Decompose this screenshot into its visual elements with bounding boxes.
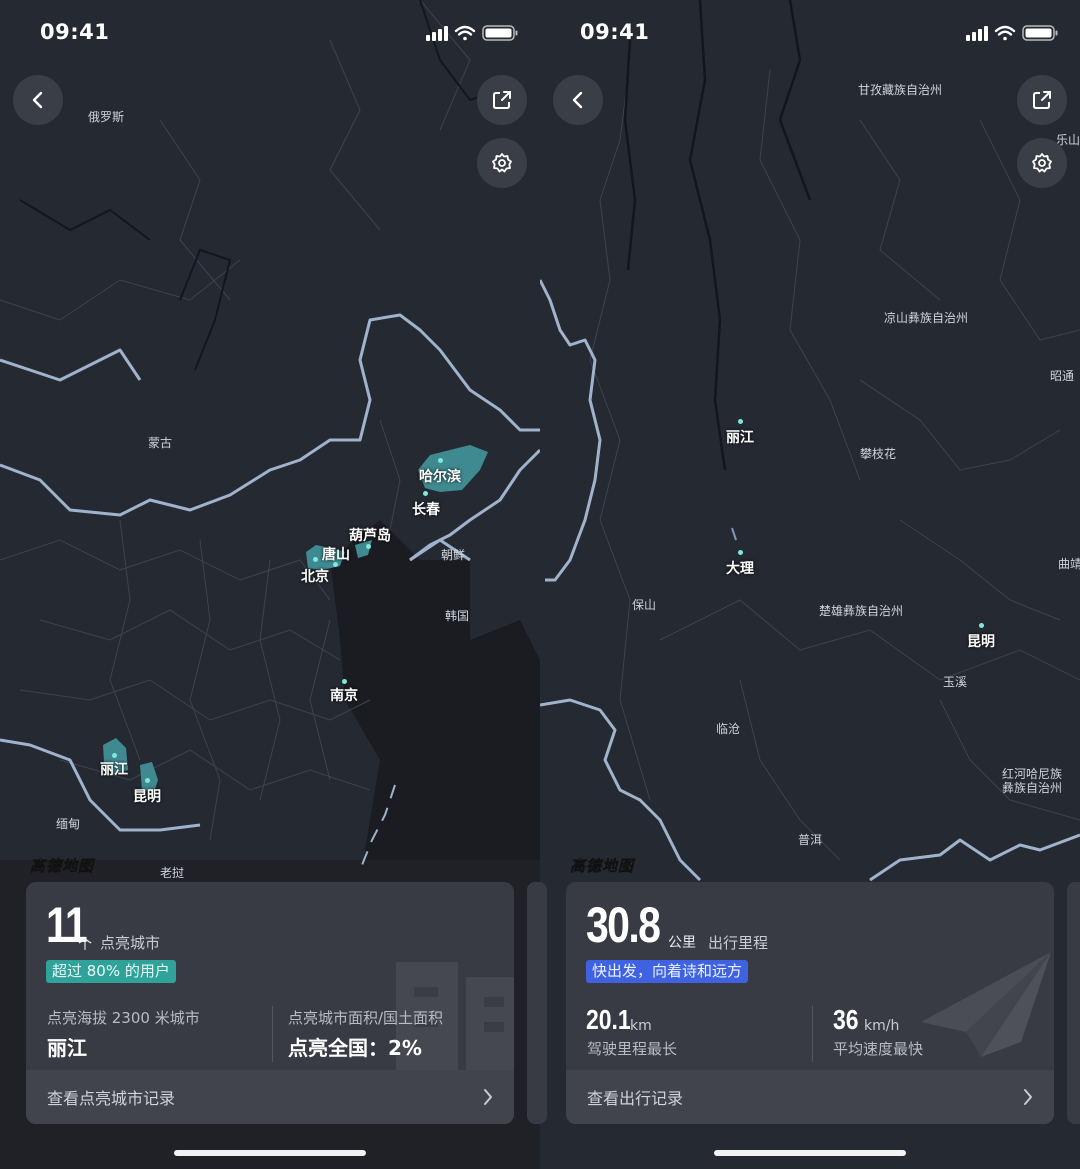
map-label-yuxi: 玉溪 xyxy=(943,675,968,689)
lit-city-desc: 点亮城市 xyxy=(100,934,161,952)
longest-drive-label: 驾驶里程最长 xyxy=(587,1040,678,1058)
area-ratio-value: 点亮全国：2% xyxy=(288,1036,422,1060)
wifi-icon xyxy=(454,25,476,41)
view-trip-records-row[interactable]: 查看出行记录 xyxy=(566,1070,1054,1124)
amap-watermark: 高德地图 xyxy=(30,857,95,876)
share-icon xyxy=(1033,91,1051,109)
percentile-badge: 超过 80% 的用户 xyxy=(46,960,176,983)
city-label-lijiang[interactable]: 丽江 xyxy=(100,759,128,779)
left-screen: 俄罗斯 蒙古 朝鲜 韩国 缅甸 老挝 哈尔滨 长春 葫芦岛 唐山 北京 南京 丽… xyxy=(0,0,540,1169)
signal-icon xyxy=(426,26,448,41)
back-button[interactable] xyxy=(553,75,603,125)
trip-distance-unit: 公里 xyxy=(668,935,696,951)
nanjing-dot xyxy=(342,679,347,684)
status-bar: 09:41 xyxy=(540,0,1080,66)
changchun-dot xyxy=(423,491,428,496)
share-icon xyxy=(493,91,511,109)
city-label-lijiang[interactable]: 丽江 xyxy=(726,427,754,447)
city-label-dali[interactable]: 大理 xyxy=(726,558,754,578)
home-indicator xyxy=(714,1150,906,1156)
beijing-dot xyxy=(313,557,318,562)
settings-button[interactable] xyxy=(477,138,527,188)
signal-icon xyxy=(966,26,988,41)
city-label-huludao[interactable]: 葫芦岛 xyxy=(349,525,391,545)
chevron-right-icon xyxy=(1024,1089,1032,1105)
avg-speed-value: 36 xyxy=(833,1004,859,1035)
lijiang-dot xyxy=(738,419,743,424)
status-time: 09:41 xyxy=(580,20,650,44)
settings-gear-icon xyxy=(492,153,512,173)
back-arrow-icon xyxy=(32,91,43,109)
chevron-right-icon xyxy=(484,1089,492,1105)
map-label-chuxiong: 楚雄彝族自治州 xyxy=(819,604,904,618)
trip-distance: 30.8 xyxy=(586,897,661,953)
map-label-panzhihua: 攀枝花 xyxy=(860,447,897,461)
city-label-kunming[interactable]: 昆明 xyxy=(133,786,161,806)
trip-stats-card[interactable]: 30.8 公里 出行里程 快出发，向着诗和远方 20.1 km 驾驶里程最长 3… xyxy=(566,882,1054,1124)
slogan-badge: 快出发，向着诗和远方 xyxy=(586,960,749,983)
city-label-harbin[interactable]: 哈尔滨 xyxy=(419,466,461,486)
share-button[interactable] xyxy=(1017,75,1067,125)
city-label-nanjing[interactable]: 南京 xyxy=(330,685,358,705)
status-time: 09:41 xyxy=(40,20,110,44)
map-label-zhaotong: 昭通 xyxy=(1050,369,1075,383)
lijiang-dot xyxy=(112,753,117,758)
longest-drive-unit: km xyxy=(630,1018,652,1034)
prev-card-peek[interactable] xyxy=(540,882,547,1124)
harbin-dot xyxy=(438,458,443,463)
map-label-myanmar: 缅甸 xyxy=(56,817,81,831)
lit-city-count-unit: 个 xyxy=(78,937,92,953)
city-stats-card[interactable]: 11 个 点亮城市 超过 80% 的用户 点亮海拔 2300 米城市 丽江 点亮… xyxy=(26,882,514,1124)
area-ratio-label: 点亮城市面积/国土面积 xyxy=(288,1009,444,1027)
wifi-icon xyxy=(994,25,1016,41)
map-label-mongolia: 蒙古 xyxy=(148,436,173,450)
altitude-city-value: 丽江 xyxy=(47,1036,87,1060)
share-button[interactable] xyxy=(477,75,527,125)
view-trip-records-link[interactable]: 查看出行记录 xyxy=(587,1085,683,1109)
altitude-city-label: 点亮海拔 2300 米城市 xyxy=(47,1009,200,1027)
next-card-peek[interactable] xyxy=(1067,882,1080,1124)
map-label-laos: 老挝 xyxy=(160,866,185,880)
back-arrow-icon xyxy=(572,91,583,109)
map-label-puer: 普洱 xyxy=(798,833,823,847)
city-label-beijing[interactable]: 北京 xyxy=(301,566,329,586)
map-label-liangshan: 凉山彝族自治州 xyxy=(884,311,969,325)
avg-speed-label: 平均速度最快 xyxy=(833,1040,924,1058)
right-screen: 甘孜藏族自治州 乐山 凉山彝族自治州 昭通 攀枝花 曲靖 保山 楚雄彝族自治州 … xyxy=(540,0,1080,1169)
battery-icon xyxy=(1022,25,1058,41)
city-label-tangshan[interactable]: 唐山 xyxy=(322,544,350,564)
kunming-dot xyxy=(979,623,984,628)
city-label-kunming[interactable]: 昆明 xyxy=(967,631,995,651)
paper-plane-illustration-icon xyxy=(921,952,1051,1057)
longest-drive-value: 20.1 xyxy=(586,1004,631,1035)
view-city-records-row[interactable]: 查看点亮城市记录 xyxy=(26,1070,514,1124)
status-bar: 09:41 xyxy=(0,0,540,66)
map-label-lincang: 临沧 xyxy=(716,722,741,736)
home-indicator xyxy=(174,1150,366,1156)
avg-speed-unit: km/h xyxy=(864,1018,900,1034)
kunming-dot xyxy=(145,778,150,783)
back-button[interactable] xyxy=(13,75,63,125)
map-label-south-korea: 韩国 xyxy=(445,609,470,623)
map-label-qujing: 曲靖 xyxy=(1058,557,1080,571)
amap-watermark: 高德地图 xyxy=(570,857,635,876)
city-label-changchun[interactable]: 长春 xyxy=(412,499,440,519)
battery-icon xyxy=(482,25,518,41)
status-icons xyxy=(966,25,1058,41)
settings-button[interactable] xyxy=(1017,138,1067,188)
stat-divider xyxy=(272,1006,273,1062)
map-label-baoshan: 保山 xyxy=(632,598,657,612)
trip-distance-desc: 出行里程 xyxy=(708,934,769,952)
next-card-peek[interactable] xyxy=(527,882,540,1124)
map-label-north-korea: 朝鲜 xyxy=(441,548,466,562)
stat-divider xyxy=(812,1006,813,1062)
map-label-russia: 俄罗斯 xyxy=(88,110,125,124)
map-label-ganzi: 甘孜藏族自治州 xyxy=(858,83,943,97)
settings-gear-icon xyxy=(1032,153,1052,173)
dali-dot xyxy=(738,550,743,555)
status-icons xyxy=(426,25,518,41)
view-city-records-link[interactable]: 查看点亮城市记录 xyxy=(47,1085,175,1109)
map-label-honghe-2: 彝族自治州 xyxy=(1002,781,1063,795)
